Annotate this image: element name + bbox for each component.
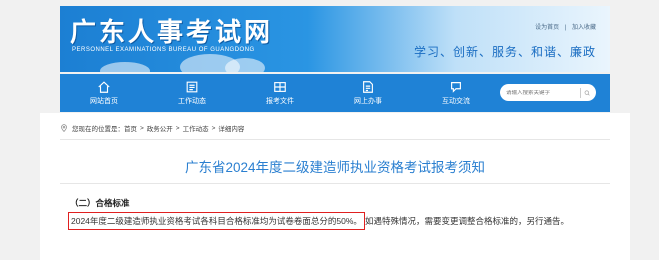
nav-item-label: 互动交流 (442, 98, 470, 105)
location-pin-icon (61, 124, 67, 132)
breadcrumb-separator: > (175, 124, 180, 132)
news-icon (186, 81, 198, 93)
top-links: 设为首页 | 加入收藏 (533, 22, 598, 31)
highlighted-text: 2024年度二级建造师执业资格考试各科目合格标准均为试卷卷面总分的50%。 (68, 212, 365, 230)
search-input[interactable] (506, 89, 577, 96)
document-icon (274, 82, 286, 92)
header-banner: 广东人事考试网 PERSONNEL EXAMINATIONS BUREAU OF… (60, 6, 610, 72)
nav-item-label: 报考文件 (266, 98, 294, 105)
cloud-decoration (225, 58, 265, 72)
breadcrumb: 您现在的位置是： 首页 > 政务公开 > 工作动态 > 详细内容 (60, 123, 244, 133)
nav-item-label: 工作动态 (178, 98, 206, 105)
search-icon[interactable] (584, 89, 590, 97)
section-heading: （二）合格标准 (70, 198, 130, 208)
divider (60, 183, 610, 184)
article-paragraph: 2024年度二级建造师执业资格考试各科目合格标准均为试卷卷面总分的50%。 如遇特… (60, 212, 620, 230)
breadcrumb-current: 详细内容 (218, 126, 245, 133)
nav-item-documents[interactable]: 报考文件 (236, 74, 324, 112)
home-icon (98, 81, 110, 93)
nav-item-label: 网上办事 (354, 98, 382, 105)
breadcrumb-separator: > (140, 124, 144, 132)
nav-item-home[interactable]: 网站首页 (60, 74, 148, 112)
breadcrumb-gov-affairs[interactable]: 政务公开 (147, 123, 173, 133)
nav-item-news[interactable]: 工作动态 (148, 74, 236, 112)
breadcrumb-home[interactable]: 首页 (124, 123, 137, 133)
breadcrumb-separator: > (211, 124, 216, 132)
page-title: 广东省2024年度二级建造师执业资格考试报考须知 (184, 160, 486, 175)
nav-item-label: 网站首页 (90, 98, 118, 105)
chat-icon (451, 82, 461, 93)
breadcrumb-work-news[interactable]: 工作动态 (183, 123, 209, 133)
paragraph-text: 如遇特殊情况，需要变更调整合格标准的，另行通告。 (364, 216, 569, 226)
top-links-separator: | (564, 25, 567, 31)
nav-item-online-service[interactable]: 网上办事 (324, 74, 412, 112)
divider (60, 139, 610, 140)
site-logo-title[interactable]: 广东人事考试网 (70, 12, 273, 49)
add-favorite-link[interactable]: 加入收藏 (572, 25, 596, 31)
nav-item-interaction[interactable]: 互动交流 (412, 74, 500, 112)
search-divider (580, 87, 581, 98)
slogan: 学习、创新、服务、和谐、廉政 (413, 45, 596, 59)
article-card: 您现在的位置是： 首页 > 政务公开 > 工作动态 > 详细内容 广东省2024… (40, 113, 630, 260)
site-logo-subtitle: PERSONNEL EXAMINATIONS BUREAU OF GUANGDO… (72, 47, 255, 53)
search-box (500, 84, 596, 101)
set-homepage-link[interactable]: 设为首页 (535, 25, 559, 31)
breadcrumb-prefix: 您现在的位置是： (72, 126, 124, 133)
main-nav: 网站首页 工作动态 报考文件 网上办事 互动交流 (60, 74, 610, 112)
cloud-decoration (100, 62, 150, 72)
online-service-icon (363, 81, 373, 93)
